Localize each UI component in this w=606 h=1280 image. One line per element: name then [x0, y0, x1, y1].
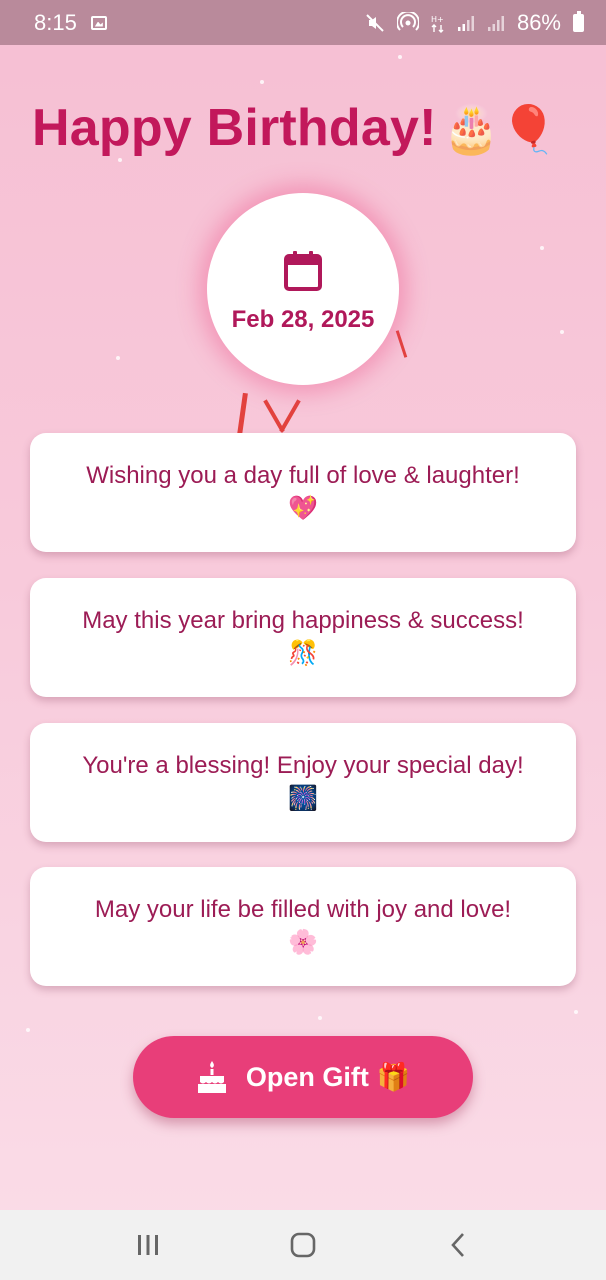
wish-emoji: 🌸 [288, 928, 318, 956]
status-right: H+ 86% [365, 10, 584, 36]
status-time: 8:15 [34, 9, 77, 35]
wish-emoji: 🎆 [288, 784, 318, 812]
date-text: Feb 28, 2025 [231, 306, 375, 333]
home-button[interactable] [273, 1215, 333, 1275]
wish-text: Wishing you a day full of love & laughte… [86, 461, 520, 489]
gift-button-text: Open Gift [245, 1062, 369, 1092]
confetti-decoration [395, 330, 408, 358]
calendar-icon [284, 251, 322, 291]
mute-icon [365, 13, 385, 33]
title-emoji: 🎂🎈 [442, 103, 558, 155]
svg-text:H+: H+ [431, 15, 444, 24]
wish-emoji: 💖 [288, 494, 318, 522]
wish-emoji: 🎊 [288, 639, 318, 667]
signal-icon [487, 14, 505, 32]
sparkle-decoration [26, 1028, 30, 1032]
sparkle-decoration [560, 330, 564, 334]
sparkle-decoration [398, 55, 402, 59]
wish-card: May your life be filled with joy and lov… [30, 867, 576, 986]
gift-emoji: 🎁 [376, 1062, 411, 1092]
sparkle-decoration [118, 158, 122, 162]
signal-icon [457, 14, 475, 32]
status-bar: 8:15 H+ 86% [0, 0, 606, 45]
sparkle-decoration [540, 246, 544, 250]
battery-percent: 86% [516, 9, 561, 35]
wish-card: You're a blessing! Enjoy your special da… [30, 723, 576, 842]
back-icon [451, 1233, 465, 1257]
date-badge: Feb 28, 2025 [207, 193, 399, 385]
wish-card: Wishing you a day full of love & laughte… [30, 433, 576, 552]
wish-card: May this year bring happiness & success!… [30, 578, 576, 697]
recents-icon [137, 1235, 158, 1255]
battery-icon [573, 10, 584, 32]
recents-button[interactable] [118, 1215, 178, 1275]
sparkle-decoration [318, 1016, 322, 1020]
confetti-decoration [279, 399, 301, 433]
hotspot-icon [396, 11, 419, 34]
sparkle-decoration [574, 1010, 578, 1014]
sparkle-decoration [260, 80, 264, 84]
home-icon [290, 1232, 316, 1258]
status-left: 8:15 [34, 10, 107, 36]
back-button[interactable] [428, 1215, 488, 1275]
wish-text: May your life be filled with joy and lov… [94, 895, 512, 923]
open-gift-button[interactable]: Open Gift 🎁 [133, 1036, 473, 1118]
wish-text: May this year bring happiness & success! [82, 606, 524, 634]
sparkle-decoration [116, 356, 120, 360]
system-nav-bar [0, 1210, 606, 1280]
wish-text: You're a blessing! Enjoy your special da… [82, 751, 524, 779]
image-icon [90, 15, 107, 30]
title-text: Happy Birthday! [32, 99, 437, 157]
open-gift-label: Open Gift 🎁 [246, 1061, 410, 1093]
confetti-decoration [237, 392, 248, 436]
data-icon: H+ [431, 13, 445, 33]
cake-icon [197, 1061, 226, 1093]
page-title: Happy Birthday! 🎂🎈 [32, 98, 558, 158]
